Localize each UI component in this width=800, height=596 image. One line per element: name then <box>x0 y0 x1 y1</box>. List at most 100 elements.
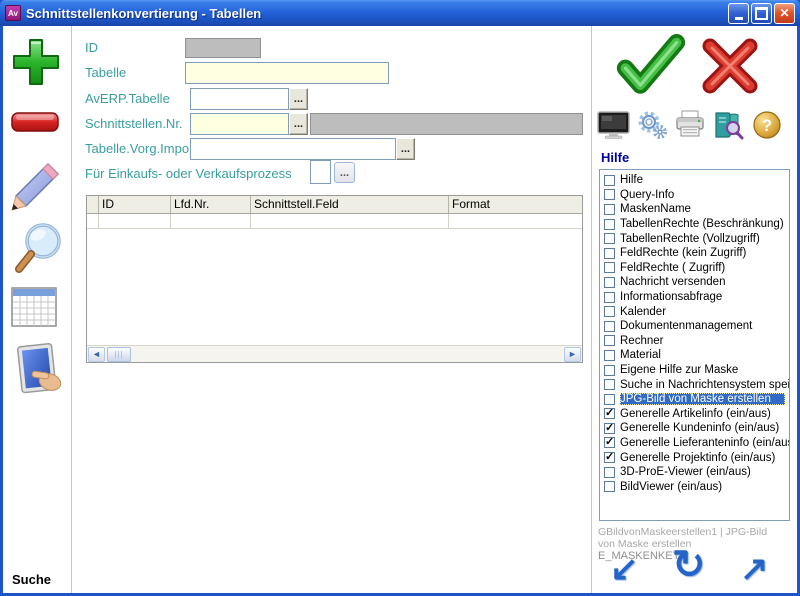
einkaufs-verkaufsprozess-browse-button[interactable]: ... <box>334 162 355 183</box>
grid-row[interactable] <box>87 214 582 229</box>
scrollbar-thumb[interactable]: ||| <box>107 346 131 362</box>
hilfe-list-item[interactable]: Dokumentenmanagement <box>600 319 789 334</box>
edit-record-button[interactable] <box>10 160 62 219</box>
add-plus-icon <box>13 39 59 85</box>
hilfe-list-item[interactable]: Generelle Projektinfo (ein/aus) <box>600 450 789 465</box>
field-label-einkaufs-verkaufsprozess: Für Einkaufs- oder Verkaufsprozess <box>85 166 292 181</box>
hilfe-list-item[interactable]: Material <box>600 348 789 363</box>
checkbox-icon[interactable] <box>604 393 615 405</box>
checkbox-icon[interactable] <box>604 291 615 303</box>
maximize-button[interactable] <box>751 2 772 24</box>
hilfe-list-item[interactable]: Generelle Artikelinfo (ein/aus) <box>600 407 789 422</box>
checkbox-icon[interactable] <box>604 422 615 434</box>
hilfe-list-item[interactable]: TabellenRechte (Beschränkung) <box>600 217 789 232</box>
detail-grid[interactable]: ID Lfd.Nr. Schnittstell.Feld Format ◄ ||… <box>86 195 583 363</box>
close-button[interactable] <box>774 2 795 24</box>
checkbox-icon[interactable] <box>604 437 615 449</box>
schnittstellen-nr-input[interactable] <box>190 113 289 135</box>
hilfe-list-item[interactable]: Kalender <box>600 304 789 319</box>
add-record-button[interactable] <box>10 36 62 97</box>
hilfe-list-item[interactable]: Rechner <box>600 334 789 349</box>
checkbox-icon[interactable] <box>604 262 615 274</box>
averp-tabelle-browse-button[interactable]: ... <box>289 88 308 110</box>
checkbox-icon[interactable] <box>604 335 615 347</box>
hilfe-list-item[interactable]: TabellenRechte (Vollzugriff) <box>600 231 789 246</box>
close-icon <box>779 6 789 20</box>
checkbox-icon[interactable] <box>604 189 615 201</box>
title-bar[interactable]: Av Schnittstellenkonvertierung - Tabelle… <box>0 0 800 26</box>
hilfe-list-item[interactable]: FeldRechte (kein Zugriff) <box>600 246 789 261</box>
id-field <box>185 38 261 58</box>
hilfe-list-item[interactable]: Suche in Nachrichtensystem speich <box>600 377 789 392</box>
tabelle-vorg-import-browse-button[interactable]: ... <box>396 138 415 160</box>
hilfe-list-item[interactable]: Query-Info <box>600 188 789 203</box>
cancel-button[interactable] <box>696 36 764 101</box>
hilfe-item-label: TabellenRechte (Vollzugriff) <box>620 232 760 245</box>
hilfe-list-item[interactable]: BildViewer (ein/aus) <box>600 479 789 494</box>
checkbox-icon[interactable] <box>604 364 615 376</box>
hilfe-list-item[interactable]: Informationsabfrage <box>600 290 789 305</box>
schnittstellen-nr-browse-button[interactable]: ... <box>289 113 308 135</box>
arrow-up-right-icon: ↗ <box>740 550 769 588</box>
checkbox-icon[interactable] <box>604 174 615 186</box>
print-button[interactable] <box>673 110 707 145</box>
checkbox-icon[interactable] <box>604 466 615 478</box>
hilfe-options-list[interactable]: Hilfe Query-Info MaskenName TabellenRech… <box>599 169 790 521</box>
grid-horizontal-scrollbar[interactable]: ◄ ||| ► <box>87 345 582 362</box>
checkbox-icon[interactable] <box>604 379 615 391</box>
hilfe-list-item[interactable]: Generelle Kundeninfo (ein/aus) <box>600 421 789 436</box>
grid-col-header-lfdnr[interactable]: Lfd.Nr. <box>171 196 251 213</box>
grid-col-header-id[interactable]: ID <box>99 196 171 213</box>
hilfe-list-item[interactable]: FeldRechte ( Zugriff) <box>600 261 789 276</box>
checkbox-icon[interactable] <box>604 276 615 288</box>
hilfe-list-item[interactable]: Eigene Hilfe zur Maske <box>600 363 789 378</box>
checkbox-icon[interactable] <box>604 306 615 318</box>
checkbox-icon[interactable] <box>604 408 615 420</box>
grid-row-selector[interactable] <box>87 214 99 228</box>
field-label-schnittstellen-nr: Schnittstellen.Nr. <box>85 116 183 131</box>
screen-select-button[interactable] <box>10 342 66 407</box>
settings-button[interactable] <box>635 110 669 145</box>
hilfe-heading: Hilfe <box>601 150 630 165</box>
checkbox-icon[interactable] <box>604 203 615 215</box>
hilfe-list-item[interactable]: Generelle Lieferanteninfo (ein/aus) <box>600 436 789 451</box>
confirm-button[interactable] <box>614 34 688 103</box>
hilfe-list-item[interactable]: Hilfe <box>600 173 789 188</box>
einkaufs-verkaufsprozess-input[interactable] <box>310 160 331 184</box>
hilfe-item-label: Generelle Lieferanteninfo (ein/aus) <box>620 436 790 449</box>
table-view-button[interactable] <box>10 284 58 337</box>
arrow-down-left-icon: ↙ <box>610 550 639 588</box>
svg-text:?: ? <box>762 116 772 135</box>
minimize-icon <box>735 7 743 20</box>
scroll-left-arrow-icon[interactable]: ◄ <box>88 346 105 362</box>
grid-col-header-schnittstell-feld[interactable]: Schnittstell.Feld <box>251 196 449 213</box>
table-grid-icon <box>11 287 57 327</box>
search-record-button[interactable] <box>10 220 66 283</box>
checkbox-icon[interactable] <box>604 320 615 332</box>
help-button[interactable]: ? <box>751 110 783 145</box>
checkbox-icon[interactable] <box>604 452 615 464</box>
hilfe-list-item[interactable]: Nachricht versenden <box>600 275 789 290</box>
lookup-info-button[interactable] <box>711 110 745 145</box>
refresh-button[interactable]: ↻ <box>672 545 706 585</box>
minimize-button[interactable] <box>728 2 749 24</box>
delete-record-button[interactable] <box>10 110 60 139</box>
tabelle-input[interactable] <box>185 62 389 84</box>
scroll-right-arrow-icon[interactable]: ► <box>564 346 581 362</box>
checkbox-icon[interactable] <box>604 233 615 245</box>
checkbox-icon[interactable] <box>604 218 615 230</box>
checkbox-icon[interactable] <box>604 247 615 259</box>
navigate-back-button[interactable]: ↙ <box>610 552 639 586</box>
hilfe-list-item[interactable]: JPG-Bild von Maske erstellen <box>600 392 789 407</box>
checkbox-icon[interactable] <box>604 481 615 493</box>
hilfe-list-item[interactable]: 3D-ProE-Viewer (ein/aus) <box>600 465 789 480</box>
tabelle-vorg-import-input[interactable] <box>190 138 396 160</box>
hilfe-item-label: FeldRechte ( Zugriff) <box>620 261 726 274</box>
averp-tabelle-input[interactable] <box>190 88 289 110</box>
hilfe-list-item[interactable]: MaskenName <box>600 202 789 217</box>
field-label-id: ID <box>85 40 98 55</box>
grid-col-header-format[interactable]: Format <box>449 196 582 213</box>
checkbox-icon[interactable] <box>604 349 615 361</box>
screen-capture-button[interactable] <box>597 110 631 145</box>
navigate-forward-button[interactable]: ↗ <box>740 552 769 586</box>
